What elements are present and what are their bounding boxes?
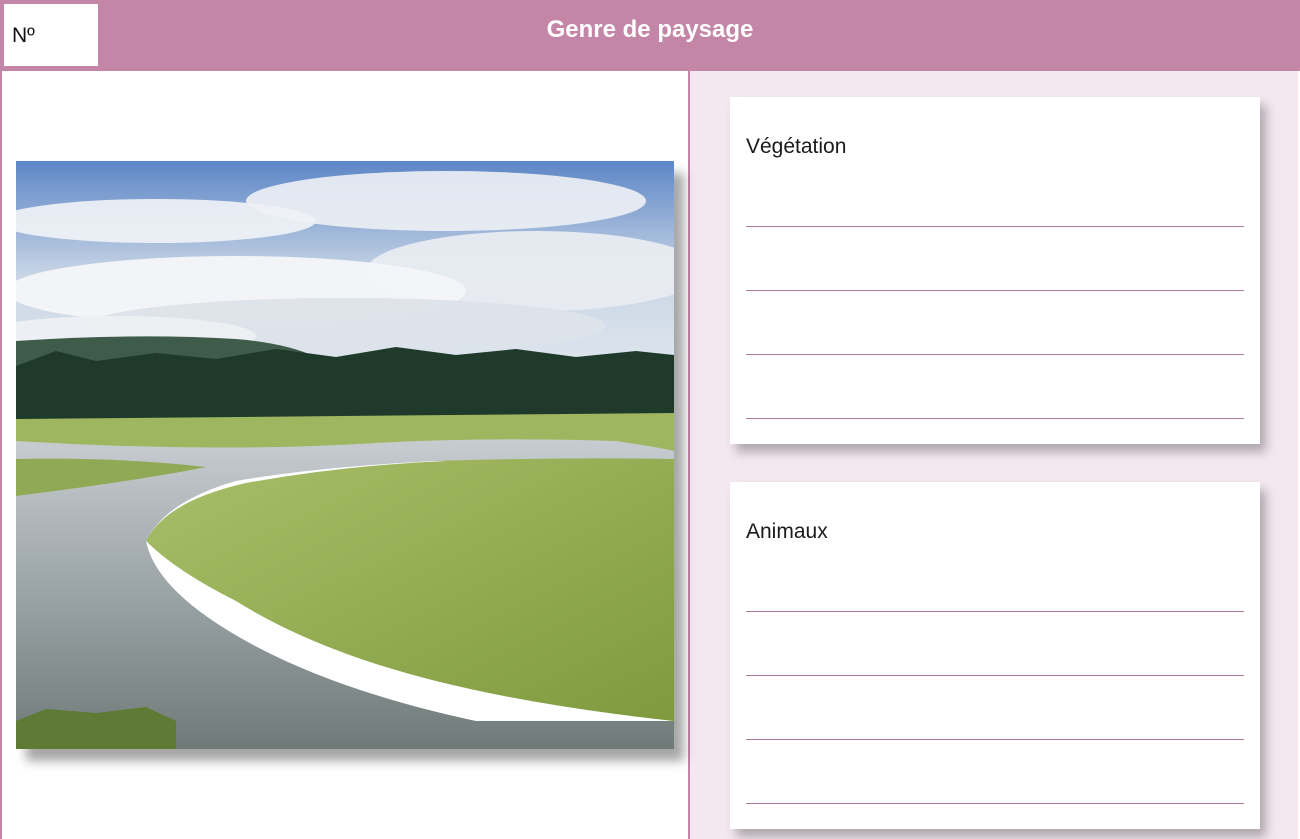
writing-line[interactable] [746, 611, 1244, 612]
animals-card: Animaux [730, 482, 1260, 829]
writing-line[interactable] [746, 354, 1244, 355]
vegetation-card: Végétation [730, 97, 1260, 444]
vegetation-label: Végétation [746, 135, 847, 158]
writing-line[interactable] [746, 290, 1244, 291]
animals-label: Animaux [746, 520, 828, 543]
writing-line[interactable] [746, 803, 1244, 804]
writing-line[interactable] [746, 418, 1244, 419]
writing-line[interactable] [746, 675, 1244, 676]
writing-line[interactable] [746, 226, 1244, 227]
writing-line[interactable] [746, 739, 1244, 740]
landscape-photo [16, 161, 674, 749]
header-bar: Nº Genre de paysage [0, 0, 1300, 71]
page-title: Genre de paysage [546, 16, 754, 43]
